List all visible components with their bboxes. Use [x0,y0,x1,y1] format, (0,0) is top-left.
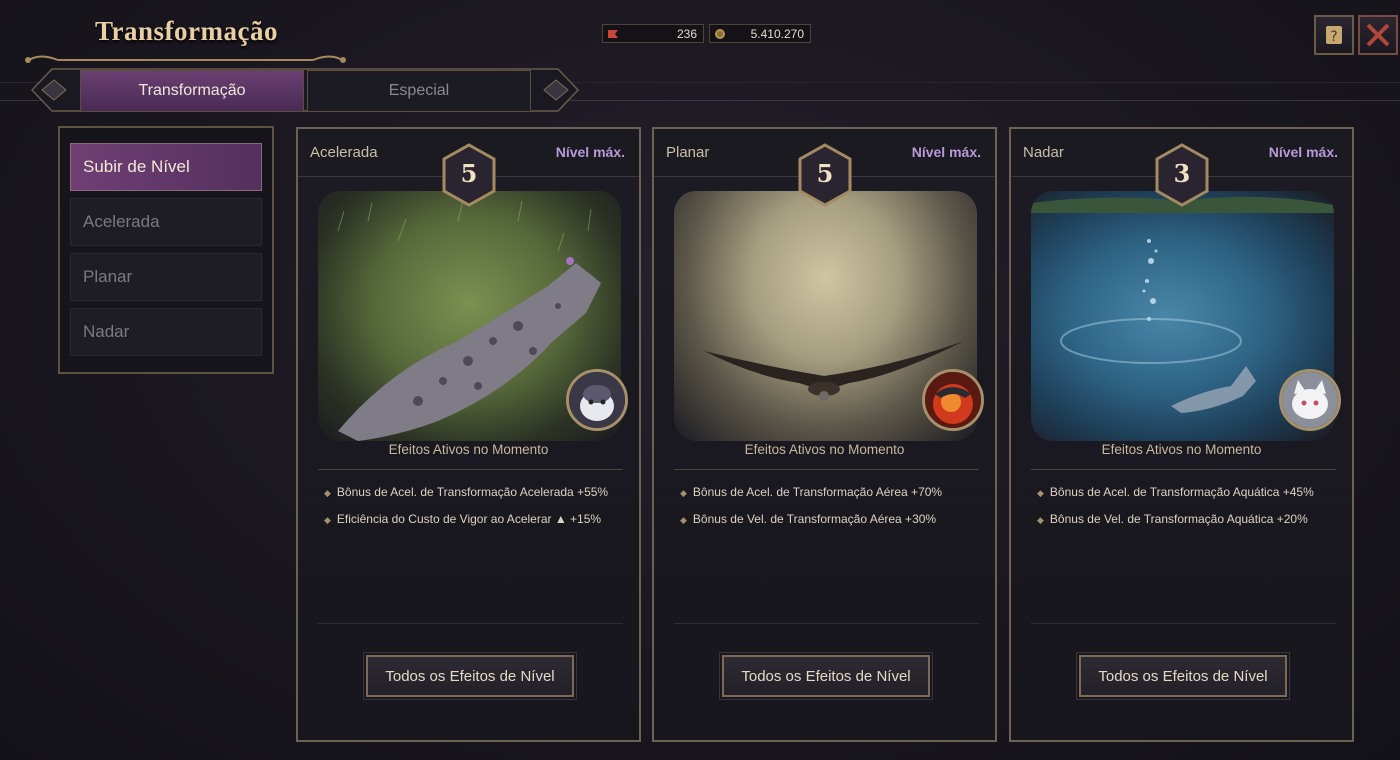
effect-item: ◆ Bônus de Acel. de Transformação Aquátic… [1037,485,1314,499]
diamond-bullet-icon: ◆ [324,515,331,525]
diamond-bullet-icon: ◆ [1037,515,1044,525]
menu-item-nadar[interactable]: Nadar [70,308,262,356]
all-level-effects-button[interactable]: Todos os Efeitos de Nível [719,652,933,700]
card-planar: Planar Nível máx. Efeitos Ativos no Mome… [652,127,997,742]
effects-title: Efeitos Ativos no Momento [1101,442,1262,457]
divider [1031,469,1336,470]
gold-coin-icon [714,28,726,40]
gold-amount: 5.410.270 [750,26,804,41]
currency-gold: 5.410.270 [709,24,811,43]
divider [1031,623,1336,624]
level-number: 5 [460,159,478,188]
tab-transformacao[interactable]: Transformação [80,70,304,112]
white-cat-avatar [1279,369,1341,431]
menu-item-planar[interactable]: Planar [70,253,262,301]
red-ticket-icon [607,28,619,40]
diamond-bullet-icon: ◆ [680,488,687,498]
effects-title: Efeitos Ativos no Momento [744,442,905,457]
diamond-bullet-icon: ◆ [1037,488,1044,498]
effect-item: ◆ Bônus de Vel. de Transformação Aquática… [1037,512,1308,526]
close-button[interactable] [1358,15,1398,55]
card-title: Planar [666,144,710,161]
effect-item: ◆ Bônus de Acel. de Transformação Aérea +… [680,485,943,499]
guide-button[interactable]: ? [1314,15,1354,55]
currency-ticket: 236 [602,24,704,43]
effect-item: ◆ Bônus de Acel. de Transformação Acelera… [324,485,609,499]
ticket-count: 236 [676,26,697,41]
scroll-help-icon: ? [1326,26,1342,45]
divider [318,469,623,470]
snow-creature-avatar [566,369,628,431]
max-level-label: Nível máx. [1268,144,1338,160]
menu-item-acelerada[interactable]: Acelerada [70,198,262,246]
divider [674,623,979,624]
card-title: Nadar [1023,144,1064,161]
level-number: 3 [1173,159,1191,188]
menu-item-subir-de-nivel[interactable]: Subir de Nível [70,143,262,191]
page-title: Transformação [95,16,278,46]
fire-creature-avatar [922,369,984,431]
card-title: Acelerada [310,144,378,161]
effect-item: ◆ Eficiência do Custo de Vigor ao Acelera… [324,512,602,526]
diamond-bullet-icon: ◆ [680,515,687,525]
divider [674,469,979,470]
all-level-effects-button[interactable]: Todos os Efeitos de Nível [1076,652,1290,700]
effects-title: Efeitos Ativos no Momento [388,442,549,457]
tab-especial[interactable]: Especial [307,70,531,112]
card-acelerada: Acelerada Nível máx. Efeitos Ativos no M… [296,127,641,742]
close-icon [1366,23,1390,47]
all-level-effects-button[interactable]: Todos os Efeitos de Nível [363,652,577,700]
card-nadar: Nadar Nível máx. Efeitos Ativos no Momen… [1009,127,1354,742]
max-level-label: Nível máx. [555,144,625,160]
divider [318,623,623,624]
diamond-bullet-icon: ◆ [324,488,331,498]
level-number: 5 [816,159,834,188]
effect-item: ◆ Bônus de Vel. de Transformação Aérea +3… [680,512,937,526]
svg-text:?: ? [1330,29,1337,45]
max-level-label: Nível máx. [911,144,981,160]
